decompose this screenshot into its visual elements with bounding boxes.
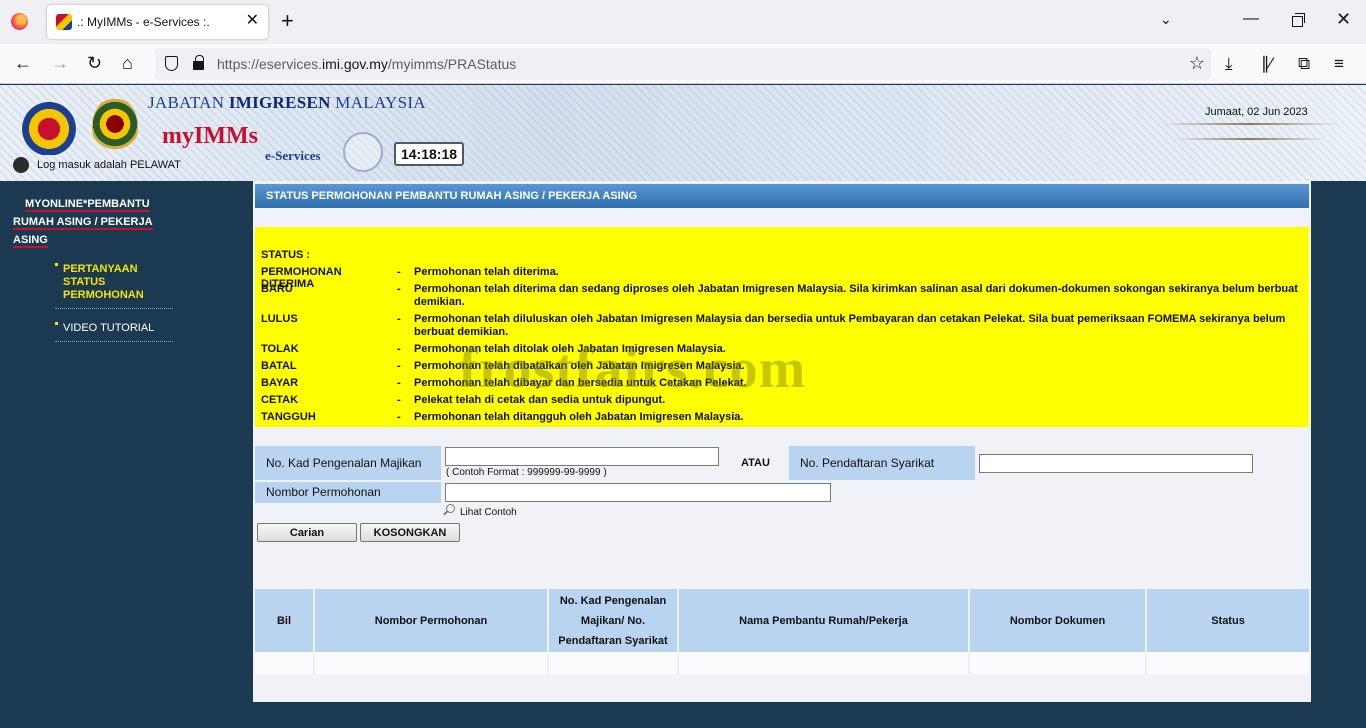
- minimize-icon[interactable]: —: [1243, 10, 1259, 28]
- or-separator: ATAU: [741, 457, 770, 469]
- forward-arrow-icon[interactable]: →: [51, 53, 69, 73]
- bullet-icon: [55, 322, 58, 325]
- results-table: Bil Nombor Permohonan No. Kad Pengenalan…: [255, 589, 1309, 674]
- company-reg-input[interactable]: [979, 454, 1253, 473]
- column-header-status: Status: [1146, 589, 1309, 652]
- back-arrow-icon[interactable]: ←: [14, 53, 32, 73]
- page-title: STATUS PERMOHONAN PEMBANTU RUMAH ASING /…: [255, 184, 1309, 208]
- ic-format-hint: ( Contoh Format : 999999-99-9999 ): [446, 467, 607, 478]
- url-bar[interactable]: https://eservices.imi.gov.my/myimms/PRAS…: [155, 48, 1211, 80]
- app-subtitle: e-Services: [265, 148, 321, 163]
- magnifier-graphic-icon: [343, 132, 383, 172]
- watermark: frostfairs.com: [459, 338, 807, 400]
- column-header-name: Nama Pembantu Rumah/Pekerja: [678, 589, 970, 652]
- department-name: JABATAN IMIGRESEN MALAYSIA: [148, 93, 426, 112]
- restore-window-icon[interactable]: [1292, 13, 1305, 27]
- browser-tab[interactable]: .: MyIMMs - e-Services :. ✕: [47, 5, 268, 39]
- column-header-ic: No. Kad Pengenalan Majikan/ No. Pendafta…: [548, 589, 679, 652]
- lock-icon[interactable]: [193, 55, 204, 70]
- user-icon: [13, 157, 29, 173]
- sidebar-item-video-tutorial[interactable]: VIDEO TUTORIAL: [55, 322, 173, 342]
- main-panel: STATUS PERMOHONAN PEMBANTU RUMAH ASING /…: [253, 181, 1311, 702]
- table-cell: [969, 652, 1147, 674]
- decorative-divider: [1160, 123, 1340, 125]
- sidebar-title[interactable]: MYONLINE*PEMBANTU RUMAH ASING / PEKERJA …: [13, 195, 163, 249]
- firefox-icon[interactable]: [11, 13, 28, 30]
- reload-icon[interactable]: ↻: [87, 53, 102, 73]
- table-cell: [255, 652, 315, 674]
- magnifier-icon[interactable]: [446, 504, 455, 513]
- status-heading: STATUS :: [261, 249, 311, 261]
- clock-display: 14:18:18: [394, 142, 464, 166]
- tracking-shield-icon[interactable]: [165, 56, 178, 71]
- app-logo-text: myIMMs: [162, 123, 258, 149]
- malaysia-coat-of-arms-icon: [18, 97, 80, 155]
- ic-number-label: No. Kad Pengenalan Majikan: [255, 446, 441, 480]
- bookmark-star-icon[interactable]: ☆: [1189, 53, 1205, 74]
- new-tab-icon[interactable]: +: [281, 9, 294, 33]
- decorative-divider: [1175, 138, 1325, 140]
- clear-button[interactable]: KOSONGKAN: [360, 523, 460, 542]
- table-cell: [548, 652, 679, 674]
- tab-title: .: MyIMMs - e-Services :.: [77, 15, 210, 29]
- application-number-input[interactable]: [445, 483, 831, 502]
- home-icon[interactable]: ⌂: [122, 53, 133, 73]
- current-date: Jumaat, 02 Jun 2023: [1205, 106, 1308, 118]
- table-cell: [678, 652, 970, 674]
- extensions-icon[interactable]: ⧉: [1298, 54, 1310, 74]
- application-number-label: Nombor Permohonan: [255, 482, 441, 503]
- list-all-tabs-icon[interactable]: ⌄: [1160, 11, 1172, 28]
- downloads-icon[interactable]: ⤓: [1225, 54, 1233, 74]
- table-cell: [1146, 652, 1309, 674]
- table-row: [255, 652, 1309, 674]
- site-banner: JABATAN IMIGRESEN MALAYSIA myIMMs e-Serv…: [0, 85, 1366, 181]
- library-icon[interactable]: ∥⁄: [1261, 54, 1272, 74]
- close-window-icon[interactable]: ✕: [1336, 9, 1351, 29]
- search-button[interactable]: Carian: [257, 523, 357, 542]
- tab-close-icon[interactable]: ✕: [246, 12, 259, 30]
- browser-tab-bar: .: MyIMMs - e-Services :. ✕ + ⌄ — ✕: [0, 0, 1366, 44]
- example-link[interactable]: Lihat Contoh: [460, 507, 517, 518]
- bullet-icon: [55, 263, 58, 266]
- column-header-bil: Bil: [255, 589, 315, 652]
- sidebar-item-pertanyaan-status[interactable]: PERTANYAAN STATUS PERMOHONAN: [55, 263, 173, 309]
- company-reg-label: No. Pendaftaran Syarikat: [789, 446, 975, 480]
- browser-nav-bar: ← → ↻ ⌂ https://eservices.imi.gov.my/myi…: [0, 44, 1366, 84]
- column-header-doc: Nombor Dokumen: [969, 589, 1147, 652]
- menu-icon[interactable]: ≡: [1334, 54, 1344, 74]
- url-text[interactable]: https://eservices.imi.gov.my/myimms/PRAS…: [217, 56, 516, 72]
- ic-number-input[interactable]: [445, 447, 719, 466]
- table-cell: [314, 652, 549, 674]
- column-header-app-no: Nombor Permohonan: [314, 589, 549, 652]
- immigration-emblem-icon: [92, 97, 138, 157]
- site-favicon-icon: [56, 14, 72, 30]
- login-status: Log masuk adalah PELAWAT: [37, 159, 181, 171]
